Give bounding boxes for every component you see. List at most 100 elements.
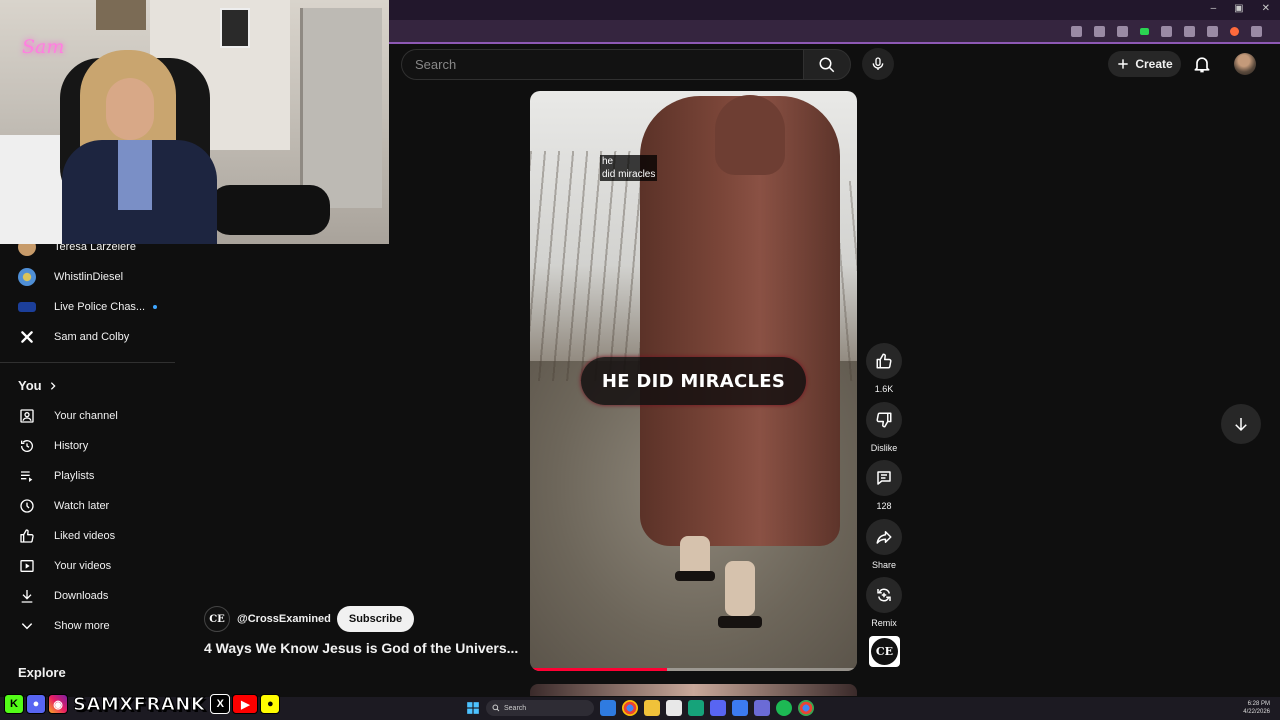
channel-thumbnail[interactable]: CE xyxy=(869,636,900,667)
next-short-preview[interactable] xyxy=(530,684,857,696)
play-box-icon xyxy=(20,560,34,572)
taskbar-search-label: Search xyxy=(504,704,527,712)
sidebar-item-label: Liked videos xyxy=(54,530,116,542)
cast-icon[interactable] xyxy=(1071,26,1082,37)
app-icon[interactable] xyxy=(754,700,770,716)
windows-start-icon[interactable] xyxy=(466,701,480,715)
thumb-up-icon xyxy=(20,529,34,543)
sidebar-item-liked-videos[interactable]: Liked videos xyxy=(0,521,176,551)
youtube-icon: ▶ xyxy=(232,694,259,714)
video-progress-bar[interactable] xyxy=(530,668,857,671)
plus-icon xyxy=(1118,59,1128,69)
door xyxy=(300,8,382,208)
neon-sign: Sam xyxy=(22,36,65,58)
channel-avatar[interactable]: CE xyxy=(204,606,230,632)
taskbar-search[interactable]: Search xyxy=(486,700,594,716)
instagram-icon: ◉ xyxy=(48,694,68,714)
account-avatar[interactable] xyxy=(1234,53,1256,75)
subscribe-button[interactable]: Subscribe xyxy=(336,606,415,632)
sidebar-subscription-item[interactable]: Live Police Chas... xyxy=(0,292,176,322)
channel-handle[interactable]: @CrossExamined xyxy=(237,613,331,625)
sidebar-item-watch-later[interactable]: Watch later xyxy=(0,491,176,521)
file-explorer-icon[interactable] xyxy=(644,700,660,716)
create-button[interactable]: Create xyxy=(1108,51,1181,77)
x-logo-icon xyxy=(21,331,33,343)
search-input[interactable] xyxy=(402,50,803,79)
app-icon[interactable] xyxy=(732,700,748,716)
extensions-puzzle-icon[interactable] xyxy=(1161,26,1172,37)
zoom-icon[interactable] xyxy=(1094,26,1105,37)
notepad-icon[interactable] xyxy=(666,700,682,716)
share-button[interactable] xyxy=(866,519,902,555)
menu-icon[interactable] xyxy=(1251,26,1262,37)
next-video-button[interactable] xyxy=(1221,404,1261,444)
notifications-button[interactable] xyxy=(1192,54,1212,77)
download-icon xyxy=(21,590,33,603)
figure-hood xyxy=(715,95,785,175)
sidebar-item-show-more[interactable]: Show more xyxy=(0,611,176,641)
you-heading-label: You xyxy=(18,378,42,393)
extension-icon[interactable] xyxy=(1140,28,1149,35)
edge-icon[interactable] xyxy=(600,700,616,716)
video-title[interactable]: 4 Ways We Know Jesus is God of the Unive… xyxy=(204,640,520,656)
sidebar-divider xyxy=(0,362,175,363)
app-icon[interactable] xyxy=(688,700,704,716)
playlist-icon xyxy=(21,471,33,482)
profile-icon[interactable] xyxy=(1230,27,1239,36)
search-box[interactable] xyxy=(401,49,803,80)
subscription-label-wrap: Live Police Chas... xyxy=(54,301,158,313)
bookmark-star-icon[interactable] xyxy=(1117,26,1128,37)
split-view-icon[interactable] xyxy=(1184,26,1195,37)
sidebar-icon[interactable] xyxy=(1207,26,1218,37)
comments-action: 128 xyxy=(866,460,902,511)
dislike-button[interactable] xyxy=(866,402,902,438)
sidebar-subscription-item[interactable]: Sam and Colby xyxy=(0,322,176,352)
sandal xyxy=(675,571,715,581)
thumb-up-icon xyxy=(876,353,892,369)
voice-search-button[interactable] xyxy=(862,48,894,80)
sidebar-item-label: Playlists xyxy=(54,470,95,482)
you-section-heading[interactable]: You xyxy=(18,378,58,393)
kick-icon: K xyxy=(4,694,24,714)
social-handle: SAMXFRANK xyxy=(72,693,206,715)
search-icon xyxy=(819,57,835,72)
remix-button[interactable] xyxy=(866,577,902,613)
create-label: Create xyxy=(1135,57,1173,71)
spotify-icon[interactable] xyxy=(776,700,792,716)
dislike-label: Dislike xyxy=(870,443,898,453)
window-controls: – ▣ ✕ xyxy=(1211,3,1270,14)
chrome-icon[interactable] xyxy=(798,700,814,716)
sidebar-item-your-videos[interactable]: Your videos xyxy=(0,551,176,581)
sidebar-item-label: Watch later xyxy=(54,500,110,512)
sidebar-item-downloads[interactable]: Downloads xyxy=(0,581,176,611)
streamer-face xyxy=(106,78,154,140)
minimize-icon[interactable]: – xyxy=(1211,3,1217,14)
thumb-down-icon xyxy=(876,412,892,428)
taskbar-apps: Search xyxy=(466,700,814,716)
burned-in-caption: HE DID MIRACLES xyxy=(581,357,806,405)
share-action: Share xyxy=(866,519,902,570)
discord-icon[interactable] xyxy=(710,700,726,716)
share-label: Share xyxy=(871,560,897,570)
short-video-player[interactable]: he did miracles HE DID MIRACLES xyxy=(530,91,857,671)
explore-heading: Explore xyxy=(18,665,66,680)
dislike-action: Dislike xyxy=(866,402,902,453)
sidebar-item-playlists[interactable]: Playlists xyxy=(0,461,176,491)
like-button[interactable] xyxy=(866,343,902,379)
sidebar-subscription-item[interactable]: WhistlinDiesel xyxy=(0,262,176,292)
channel-avatar xyxy=(18,302,36,312)
channel-row: CE @CrossExamined Subscribe xyxy=(204,606,415,632)
clock-date: 4/22/2026 xyxy=(1243,709,1270,715)
sidebar-item-your-channel[interactable]: Your channel xyxy=(0,401,176,431)
restore-icon[interactable]: ▣ xyxy=(1234,3,1243,14)
sidebar-item-history[interactable]: History xyxy=(0,431,176,461)
snapchat-icon: ● xyxy=(260,694,281,714)
comments-button[interactable] xyxy=(866,460,902,496)
live-indicator-icon xyxy=(153,305,158,310)
shelf xyxy=(96,0,146,30)
search-button[interactable] xyxy=(803,49,851,80)
close-icon[interactable]: ✕ xyxy=(1262,3,1270,14)
taskbar-clock[interactable]: 6:28 PM 4/22/2026 xyxy=(1243,700,1270,716)
subscription-label: WhistlinDiesel xyxy=(54,271,124,283)
chrome-icon[interactable] xyxy=(622,700,638,716)
